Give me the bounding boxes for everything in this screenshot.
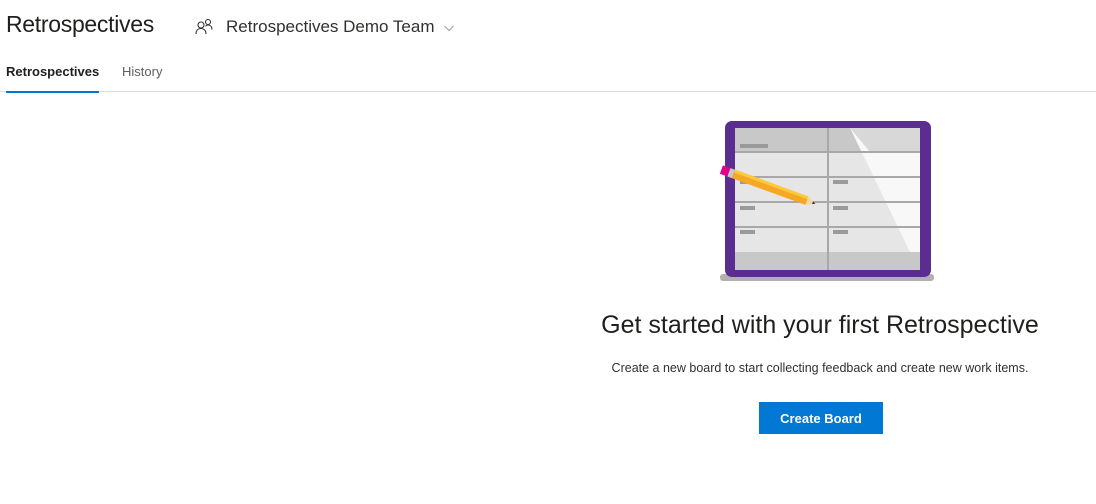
tab-history-label: History — [122, 64, 163, 79]
empty-state-description: Create a new board to start collecting f… — [611, 361, 1029, 375]
empty-state-title: Get started with your first Retrospectiv… — [601, 311, 1039, 339]
create-board-button[interactable]: Create Board — [759, 402, 883, 434]
team-picker[interactable]: Retrospectives Demo Team — [194, 14, 455, 40]
tab-bar: Retrospectives History — [0, 58, 1096, 93]
tab-retrospectives-label: Retrospectives — [6, 64, 100, 79]
chevron-down-icon — [443, 21, 455, 33]
people-icon — [194, 17, 214, 37]
team-name: Retrospectives Demo Team — [226, 17, 435, 36]
retrospectives-app: Retrospectives Retrospectives Demo Team … — [0, 0, 1096, 504]
tab-retrospectives[interactable]: Retrospectives — [6, 64, 100, 93]
active-tab-indicator — [6, 91, 99, 93]
tab-history[interactable]: History — [122, 64, 172, 92]
retrospective-board-illustration — [700, 118, 940, 284]
page-title: Retrospectives — [6, 11, 154, 37]
